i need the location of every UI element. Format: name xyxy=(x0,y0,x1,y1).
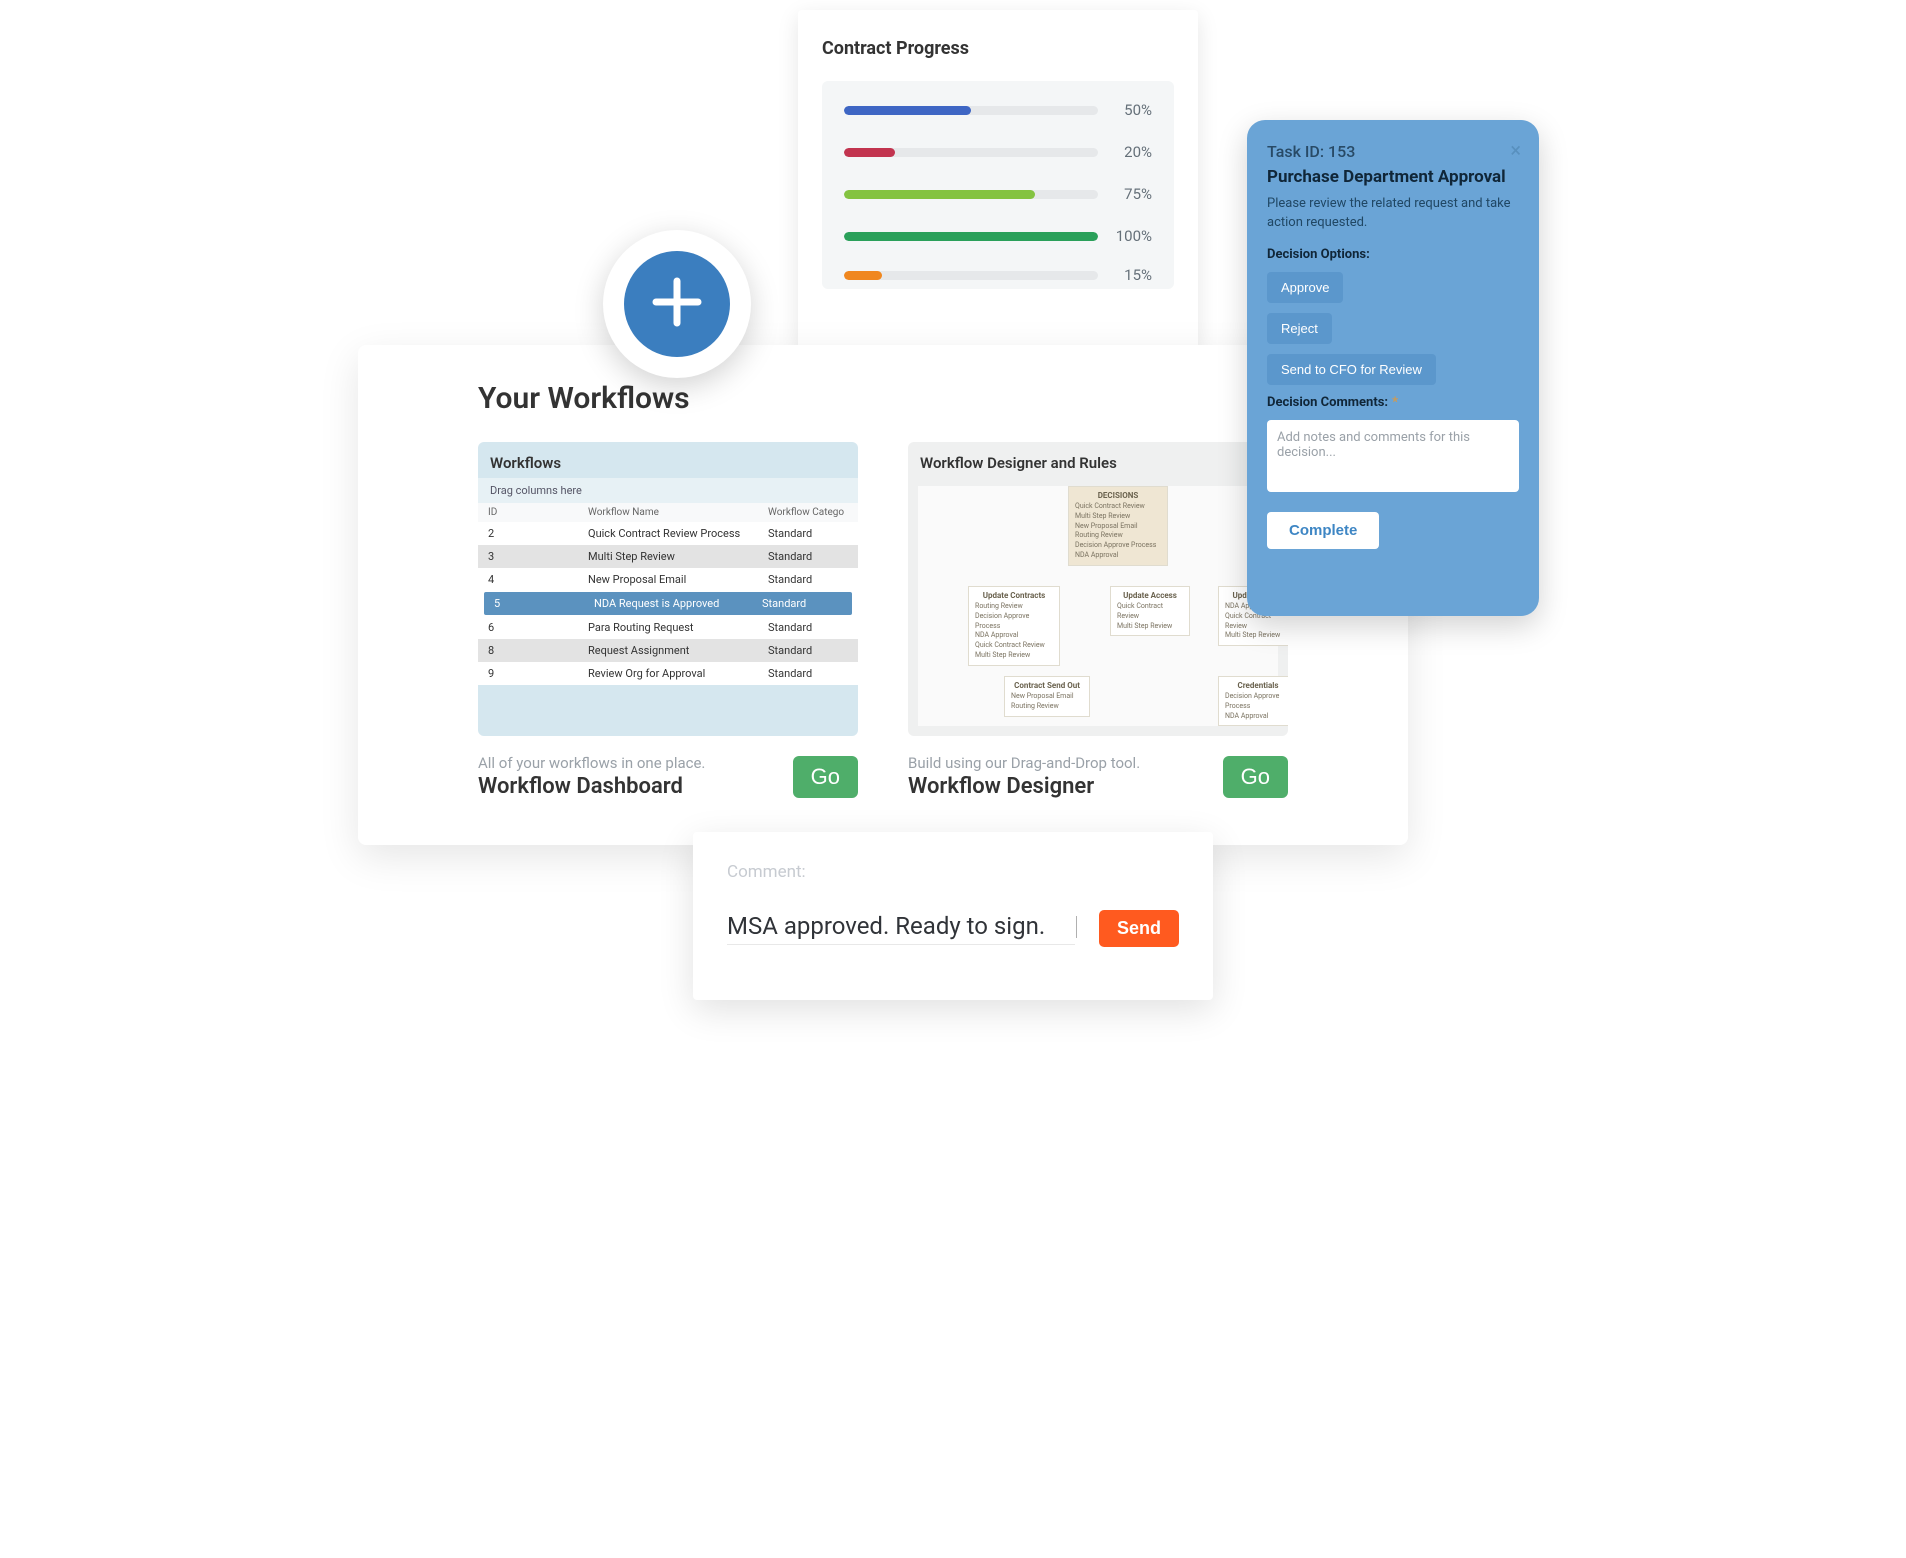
row-name: Quick Contract Review Process xyxy=(518,527,768,540)
table-row[interactable]: 8Request AssignmentStandard xyxy=(478,639,858,662)
task-title: Purchase Department Approval xyxy=(1267,167,1519,187)
row-id: 5 xyxy=(484,597,524,610)
row-category: Standard xyxy=(762,597,852,610)
row-category: Standard xyxy=(768,550,858,563)
workflows-drag-hint: Drag columns here xyxy=(478,478,858,503)
row-name: New Proposal Email xyxy=(518,573,768,586)
row-id: 3 xyxy=(478,550,518,563)
send-to-cfo-button[interactable]: Send to CFO for Review xyxy=(1267,354,1436,385)
row-id: 2 xyxy=(478,527,518,540)
progress-fill xyxy=(844,190,1035,199)
designer-panel-title: Workflow Designer and Rules xyxy=(908,442,1288,478)
progress-label: 75% xyxy=(1098,185,1152,203)
progress-row: 50% xyxy=(844,101,1152,119)
workflows-panel: Workflows Drag columns here ID Workflow … xyxy=(478,442,858,736)
add-fab-wrapper xyxy=(603,230,751,378)
comment-input[interactable]: MSA approved. Ready to sign. xyxy=(727,912,1075,945)
table-row[interactable]: 2Quick Contract Review ProcessStandard xyxy=(478,522,858,545)
contract-progress-title: Contract Progress xyxy=(822,38,1174,59)
table-row[interactable]: 9Review Org for ApprovalStandard xyxy=(478,662,858,685)
designer-panel: Workflow Designer and Rules DECISIONS Qu… xyxy=(908,442,1288,736)
node-title: Credentials xyxy=(1225,681,1288,690)
designer-footer-sub: Build using our Drag-and-Drop tool. xyxy=(908,754,1140,772)
row-id: 6 xyxy=(478,621,518,634)
progress-label: 50% xyxy=(1098,101,1152,119)
row-category: Standard xyxy=(768,644,858,657)
row-category: Standard xyxy=(768,621,858,634)
task-id-label: Task ID: 153 xyxy=(1267,142,1519,161)
plus-icon xyxy=(649,274,705,334)
designer-canvas[interactable]: DECISIONS Quick Contract Review Multi St… xyxy=(918,486,1278,726)
progress-label: 15% xyxy=(1098,269,1152,281)
designer-node[interactable]: Update Contracts Routing Review Decision… xyxy=(968,586,1060,666)
decision-options-label: Decision Options: xyxy=(1267,247,1519,262)
required-asterisk-icon: * xyxy=(1392,395,1398,410)
col-header-category[interactable]: Workflow Catego xyxy=(768,507,858,518)
decision-comments-label: Decision Comments:* xyxy=(1267,395,1519,410)
add-button[interactable] xyxy=(624,251,730,357)
progress-fill xyxy=(844,232,1098,241)
progress-fill xyxy=(844,148,895,157)
designer-node[interactable]: Update Access Quick Contract Review Mult… xyxy=(1110,586,1190,636)
table-row[interactable]: 5NDA Request is ApprovedStandard xyxy=(484,592,852,615)
node-title: Update Contracts xyxy=(975,591,1053,600)
workflow-designer-go-button[interactable]: Go xyxy=(1223,756,1288,798)
workflow-dashboard-go-button[interactable]: Go xyxy=(793,756,858,798)
progress-row: 100% xyxy=(844,227,1152,245)
progress-row: 15% xyxy=(844,269,1152,281)
designer-node[interactable]: Credentials Decision Approve Process NDA… xyxy=(1218,676,1288,726)
progress-label: 100% xyxy=(1098,227,1152,245)
row-name: Para Routing Request xyxy=(518,621,768,634)
row-id: 9 xyxy=(478,667,518,680)
col-header-id[interactable]: ID xyxy=(478,507,518,518)
table-row[interactable]: 3Multi Step ReviewStandard xyxy=(478,545,858,568)
contract-progress-card: Contract Progress 50% 20% 75% 100% 15% xyxy=(798,10,1198,350)
reject-button[interactable]: Reject xyxy=(1267,313,1332,344)
row-id: 8 xyxy=(478,644,518,657)
decision-comments-input[interactable] xyxy=(1267,420,1519,492)
row-category: Standard xyxy=(768,667,858,680)
node-title: DECISIONS xyxy=(1075,491,1161,500)
node-title: Contract Send Out xyxy=(1011,681,1083,690)
row-category: Standard xyxy=(768,527,858,540)
progress-fill xyxy=(844,271,882,280)
comment-label: Comment: xyxy=(727,862,1179,882)
your-workflows-title: Your Workflows xyxy=(478,381,1288,416)
table-row[interactable]: 6Para Routing RequestStandard xyxy=(478,616,858,639)
progress-row: 75% xyxy=(844,185,1152,203)
task-description: Please review the related request and ta… xyxy=(1267,195,1519,233)
progress-label: 20% xyxy=(1098,143,1152,161)
designer-footer-title: Workflow Designer xyxy=(908,774,1140,799)
contract-progress-body: 50% 20% 75% 100% 15% xyxy=(822,81,1174,289)
send-button[interactable]: Send xyxy=(1099,910,1179,947)
workflows-footer-sub: All of your workflows in one place. xyxy=(478,754,705,772)
task-panel: Task ID: 153 × Purchase Department Appro… xyxy=(1247,120,1539,616)
col-header-name[interactable]: Workflow Name xyxy=(518,507,768,518)
row-name: Multi Step Review xyxy=(518,550,768,563)
complete-button[interactable]: Complete xyxy=(1267,512,1379,549)
workflows-footer-title: Workflow Dashboard xyxy=(478,774,705,799)
progress-row: 20% xyxy=(844,143,1152,161)
row-name: Request Assignment xyxy=(518,644,768,657)
row-name: NDA Request is Approved xyxy=(524,597,762,610)
row-category: Standard xyxy=(768,573,858,586)
node-title: Update Access xyxy=(1117,591,1183,600)
table-row[interactable]: 4New Proposal EmailStandard xyxy=(478,568,858,591)
workflows-panel-title: Workflows xyxy=(478,442,858,478)
comment-card: Comment: MSA approved. Ready to sign. Se… xyxy=(693,832,1213,1000)
progress-fill xyxy=(844,106,971,115)
approve-button[interactable]: Approve xyxy=(1267,272,1343,303)
row-id: 4 xyxy=(478,573,518,586)
close-icon[interactable]: × xyxy=(1510,138,1521,162)
designer-node[interactable]: Contract Send Out New Proposal Email Rou… xyxy=(1004,676,1090,717)
row-name: Review Org for Approval xyxy=(518,667,768,680)
